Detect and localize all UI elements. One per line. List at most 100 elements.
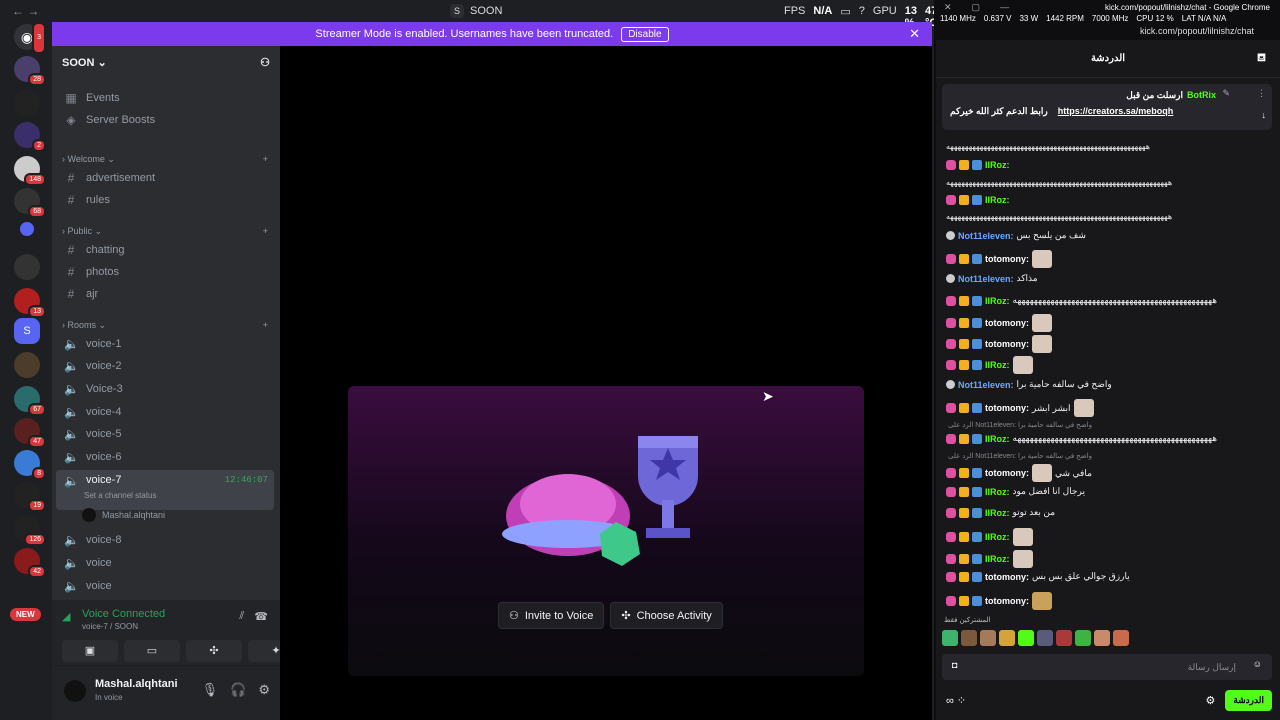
settings-gear-icon[interactable]: ⚙ bbox=[258, 682, 270, 698]
emote[interactable] bbox=[1113, 630, 1129, 646]
maximize-icon[interactable]: ▢ bbox=[972, 2, 981, 13]
folder-icon[interactable] bbox=[20, 222, 34, 236]
chat-username[interactable]: IIRoz: bbox=[985, 195, 1010, 205]
chat-username[interactable]: totomony: bbox=[985, 596, 1029, 606]
server-icon[interactable]: 67 bbox=[14, 386, 46, 416]
server-icon[interactable]: 19 bbox=[14, 482, 46, 512]
server-icon[interactable]: 68 bbox=[14, 188, 46, 218]
category-public[interactable]: › Public ⌄ + bbox=[62, 226, 268, 237]
server-icon[interactable]: 2 bbox=[14, 122, 46, 152]
channel-rules[interactable]: # rules bbox=[56, 190, 274, 210]
add-member-icon[interactable]: ⚇ bbox=[260, 56, 270, 69]
voice-channel-10[interactable]: 🔈 voice bbox=[56, 576, 274, 596]
chat-username[interactable]: totomony: bbox=[985, 468, 1029, 478]
chat-username[interactable]: IIRoz: bbox=[985, 360, 1010, 370]
voice-location[interactable]: voice-7 / SOON bbox=[82, 622, 138, 631]
server-icon[interactable]: 148 bbox=[14, 156, 46, 186]
chat-username[interactable]: totomony: bbox=[985, 572, 1029, 582]
chat-username[interactable]: IIRoz: bbox=[985, 554, 1010, 564]
emote[interactable] bbox=[1018, 630, 1034, 646]
pinned-author[interactable]: BotRix bbox=[1187, 90, 1216, 101]
chat-username[interactable]: IIRoz: bbox=[985, 487, 1010, 497]
server-icon[interactable] bbox=[14, 90, 40, 116]
emote[interactable] bbox=[999, 630, 1015, 646]
chat-username[interactable]: Not11eleven: bbox=[958, 274, 1014, 284]
chat-username[interactable]: Not11eleven: bbox=[958, 380, 1014, 390]
add-channel-icon[interactable]: + bbox=[263, 226, 268, 237]
server-icon[interactable]: 47 bbox=[14, 418, 46, 448]
channel-ajr[interactable]: # ajr bbox=[56, 284, 274, 304]
voice-channel-1[interactable]: 🔈 voice-1 bbox=[56, 334, 274, 354]
pin-icon[interactable]: ✎ bbox=[1222, 88, 1230, 99]
pinned-link[interactable]: https://creators.sa/meboqh bbox=[1058, 106, 1174, 117]
server-icon-soon[interactable]: S bbox=[14, 318, 40, 344]
chat-username[interactable]: IIRoz: bbox=[985, 160, 1010, 170]
emote[interactable] bbox=[1056, 630, 1072, 646]
emoji-icon[interactable]: ☺ bbox=[1253, 659, 1262, 669]
minimize-icon[interactable]: — bbox=[1000, 2, 1009, 13]
server-icon[interactable]: 28 bbox=[14, 56, 46, 86]
emote[interactable] bbox=[942, 630, 958, 646]
activities-button[interactable]: ✣ bbox=[186, 640, 242, 662]
back-forward-icon[interactable]: ← → bbox=[12, 4, 39, 18]
headphones-icon[interactable]: 🎧 bbox=[230, 682, 246, 698]
avatar[interactable] bbox=[64, 680, 86, 702]
noise-suppression-icon[interactable]: ⫽ bbox=[239, 610, 244, 623]
server-icon[interactable]: 8 bbox=[14, 450, 46, 480]
chat-username[interactable]: totomony: bbox=[985, 318, 1029, 328]
add-channel-icon[interactable]: + bbox=[263, 320, 268, 331]
voice-channel-6[interactable]: 🔈 voice-6 bbox=[56, 447, 274, 467]
voice-channel-8[interactable]: 🔈 voice-8 bbox=[56, 530, 274, 550]
channel-chatting[interactable]: # chatting bbox=[56, 240, 274, 260]
chat-username[interactable]: IIRoz: bbox=[985, 434, 1010, 444]
infinity-icon[interactable]: ∞ ⁘ bbox=[946, 694, 966, 707]
send-chat-button[interactable]: الدردشة bbox=[1225, 690, 1272, 711]
chat-username[interactable]: totomony: bbox=[985, 403, 1029, 413]
arrow-down-icon[interactable]: ↓ bbox=[1262, 110, 1267, 120]
channel-photos[interactable]: # photos bbox=[56, 262, 274, 282]
reply-reference[interactable]: الرد على Not11eleven: واضح في سالفه حامي… bbox=[948, 452, 1092, 460]
shield-icon[interactable]: ◘ bbox=[952, 660, 957, 670]
emote[interactable] bbox=[1075, 630, 1091, 646]
chat-username[interactable]: IIRoz: bbox=[985, 296, 1010, 306]
channel-advertisement[interactable]: # advertisement bbox=[56, 168, 274, 188]
emote[interactable] bbox=[1094, 630, 1110, 646]
chat-username[interactable]: totomony: bbox=[985, 254, 1029, 264]
emote[interactable] bbox=[980, 630, 996, 646]
server-header[interactable]: SOON ⌄ ⚇ bbox=[52, 46, 280, 78]
server-icon[interactable] bbox=[14, 352, 40, 378]
voice-channel-2[interactable]: 🔈 voice-2 bbox=[56, 356, 274, 376]
new-pill[interactable]: NEW bbox=[10, 608, 41, 621]
sidebar-item-events[interactable]: ▦ Events bbox=[56, 88, 274, 108]
chat-username[interactable]: IIRoz: bbox=[985, 508, 1010, 518]
chat-username[interactable]: Not11eleven: bbox=[958, 231, 1014, 241]
server-icon[interactable]: 126 bbox=[14, 516, 46, 546]
sidebar-item-server-boosts[interactable]: ◈ Server Boosts bbox=[56, 110, 274, 130]
disable-button[interactable]: Disable bbox=[621, 26, 669, 42]
emote[interactable] bbox=[961, 630, 977, 646]
signal-icon[interactable]: ◢ bbox=[62, 610, 70, 623]
chat-input[interactable]: ◘ إرسال رسالة ☺ bbox=[942, 654, 1272, 680]
voice-channel-7-active[interactable]: 🔈 voice-7 12:46:07 Set a channel status bbox=[56, 470, 274, 510]
close-icon[interactable]: ✕ bbox=[909, 26, 920, 42]
gift-icon[interactable]: ⛾ bbox=[1257, 52, 1266, 66]
emote[interactable] bbox=[1037, 630, 1053, 646]
voice-channel-4[interactable]: 🔈 voice-4 bbox=[56, 402, 274, 422]
server-icon[interactable]: 13 bbox=[14, 288, 46, 318]
reply-reference[interactable]: الرد على Not11eleven: واضح في سالفه حامي… bbox=[948, 421, 1092, 429]
server-icon[interactable] bbox=[14, 254, 40, 280]
more-options-icon[interactable]: ⋮ bbox=[1257, 88, 1266, 99]
invite-to-voice-button[interactable]: ⚇ Invite to Voice bbox=[498, 602, 605, 629]
category-welcome[interactable]: › Welcome ⌄ + bbox=[62, 154, 268, 165]
chat-username[interactable]: IIRoz: bbox=[985, 532, 1010, 542]
voice-member[interactable]: Mashal.alqhtani bbox=[82, 508, 165, 522]
close-icon[interactable]: ✕ bbox=[944, 2, 952, 13]
chat-username[interactable]: totomony: bbox=[985, 339, 1029, 349]
camera-off-button[interactable]: ▣ bbox=[62, 640, 118, 662]
discord-home-icon[interactable]: ◉ 3 bbox=[14, 22, 46, 54]
address-bar[interactable]: kick.com/popout/lilnishz/chat bbox=[936, 26, 1280, 40]
voice-channel-9[interactable]: 🔈 voice bbox=[56, 553, 274, 573]
voice-channel-5[interactable]: 🔈 voice-5 bbox=[56, 424, 274, 444]
disconnect-icon[interactable]: ☎ bbox=[254, 610, 268, 623]
microphone-icon[interactable]: 🎙 bbox=[202, 682, 219, 698]
